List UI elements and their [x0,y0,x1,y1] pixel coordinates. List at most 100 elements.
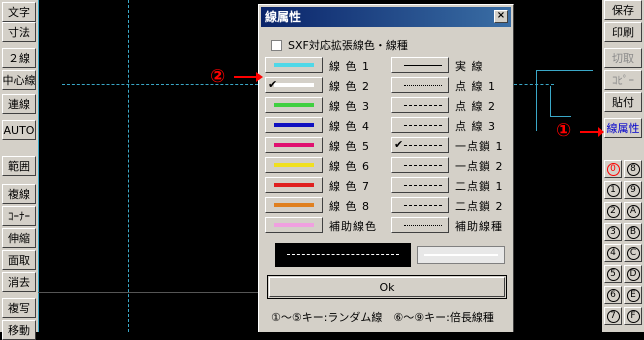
color-swatch-button[interactable] [265,57,323,73]
layer-number-button[interactable]: B [624,223,642,241]
right-toolbar-button[interactable]: ｺﾋﾟｰ [604,70,642,90]
linetype-sample [404,185,442,186]
color-swatch-button[interactable] [265,177,323,193]
callout-two: ② [210,66,226,87]
linetype-sample [404,165,442,166]
layer-number-button[interactable]: 7 [604,307,622,325]
color-swatch-button[interactable] [265,97,323,113]
linetype-label: 一点鎖 2 [455,160,504,173]
left-toolbar-button[interactable]: 中心線 [2,70,36,90]
layer-number-label: 8 [626,162,640,176]
left-toolbar-button[interactable]: 連線 [2,94,36,114]
layer-number-label: E [626,288,640,302]
sxf-checkbox-label: SXF対応拡張線色・線種 [288,39,408,52]
color-swatch-button[interactable]: ✔ [265,77,323,93]
line-attribute-dialog: 線属性 × SXF対応拡張線色・線種 Ok ①～⑤キー:ランダム線 ⑥～⑨キー:… [258,4,514,332]
left-toolbar-button[interactable]: 面取 [2,250,36,270]
linetype-label: 実 線 [455,60,484,73]
linetype-sample [404,225,442,226]
ok-button-label: Ok [379,280,395,294]
color-swatch-button[interactable] [265,137,323,153]
layer-number-button[interactable]: 4 [604,244,622,262]
linetype-label: 二点鎖 1 [455,180,504,193]
check-mark-icon: ✔ [394,138,404,151]
left-toolbar-button[interactable]: ２線 [2,48,36,68]
color-swatch-bar [274,143,314,147]
dialog-titlebar[interactable]: 線属性 × [261,7,511,27]
left-toolbar-button[interactable]: 伸縮 [2,228,36,248]
left-toolbar-button[interactable]: 消去 [2,272,36,292]
linetype-label: 二点鎖 2 [455,200,504,213]
layer-number-button[interactable]: 9 [624,181,642,199]
layer-number-button[interactable]: D [624,265,642,283]
left-toolbar-button[interactable]: 範囲 [2,156,36,176]
layer-number-label: F [626,309,640,323]
cad-shape-right2 [550,86,571,117]
layer-number-button[interactable]: C [624,244,642,262]
linetype-preview [275,243,411,267]
linetype-button[interactable] [391,157,449,173]
right-toolbar-button[interactable]: 印刷 [604,22,642,42]
key-hint-text: ①～⑤キー:ランダム線 ⑥～⑨キー:倍長線種 [271,311,494,324]
left-toolbar-button[interactable]: AUTO [2,120,36,140]
linetype-label: 点 線 3 [455,120,496,133]
cad-centerline-vertical [128,0,129,332]
layer-number-button[interactable]: 5 [604,265,622,283]
linetype-button[interactable] [391,77,449,93]
linetype-button[interactable] [391,197,449,213]
linetype-button[interactable] [391,117,449,133]
linetype-sample [404,145,442,146]
layer-number-button[interactable]: 0 [604,160,622,178]
close-button[interactable]: × [494,10,508,23]
color-swatch-button[interactable] [265,157,323,173]
left-toolbar-button[interactable]: 複線 [2,184,36,204]
layer-number-button[interactable]: 1 [604,181,622,199]
linetype-button[interactable]: ✔ [391,137,449,153]
linetype-sample [404,125,442,126]
color-swatch-button[interactable] [265,197,323,213]
layer-number-label: 6 [606,288,620,302]
linetype-button[interactable] [391,177,449,193]
color-label: 線 色 6 [329,160,370,173]
linetype-button[interactable] [391,217,449,233]
layer-number-label: C [626,246,640,260]
left-toolbar-button[interactable]: 移動 [2,320,36,340]
check-mark-icon: ✔ [268,78,278,91]
layer-number-button[interactable]: A [624,202,642,220]
ok-button[interactable]: Ok [267,275,507,299]
color-preview [417,246,505,264]
linetype-button[interactable] [391,97,449,113]
sxf-checkbox[interactable] [271,39,282,51]
layer-number-button[interactable]: F [624,307,642,325]
cad-centerline-horizontal [62,84,258,85]
right-toolbar-button[interactable]: 貼付 [604,92,642,112]
layer-number-label: 7 [606,309,620,323]
left-toolbar-button[interactable]: 複写 [2,298,36,318]
linetype-button[interactable] [391,57,449,73]
callout-one: ① [556,120,572,141]
color-swatch-button[interactable] [265,217,323,233]
left-toolbar-button[interactable]: 文字 [2,2,36,22]
color-swatch-bar [274,83,314,87]
layer-number-button[interactable]: 3 [604,223,622,241]
right-toolbar-button[interactable]: 線属性 [604,118,642,138]
layer-number-button[interactable]: 6 [604,286,622,304]
layer-number-button[interactable]: 8 [624,160,642,178]
linetype-sample [404,205,442,206]
color-swatch-button[interactable] [265,117,323,133]
right-toolbar-button[interactable]: 保存 [604,0,642,20]
color-label: 線 色 5 [329,140,370,153]
linetype-sample [404,65,442,66]
color-label: 線 色 1 [329,60,370,73]
color-label: 線 色 3 [329,100,370,113]
layer-number-button[interactable]: E [624,286,642,304]
right-toolbar-button[interactable]: 切取 [604,48,642,68]
callout-two-arrowhead [256,72,263,82]
color-swatch-bar [274,183,314,187]
layer-number-button[interactable]: 2 [604,202,622,220]
left-toolbar-button[interactable]: 寸法 [2,22,36,42]
left-toolbar-button[interactable]: ｺｰﾅｰ [2,206,36,226]
sxf-checkbox-row[interactable]: SXF対応拡張線色・線種 [271,37,408,53]
color-label: 線 色 8 [329,200,370,213]
cad-gray-bottom [38,292,258,293]
